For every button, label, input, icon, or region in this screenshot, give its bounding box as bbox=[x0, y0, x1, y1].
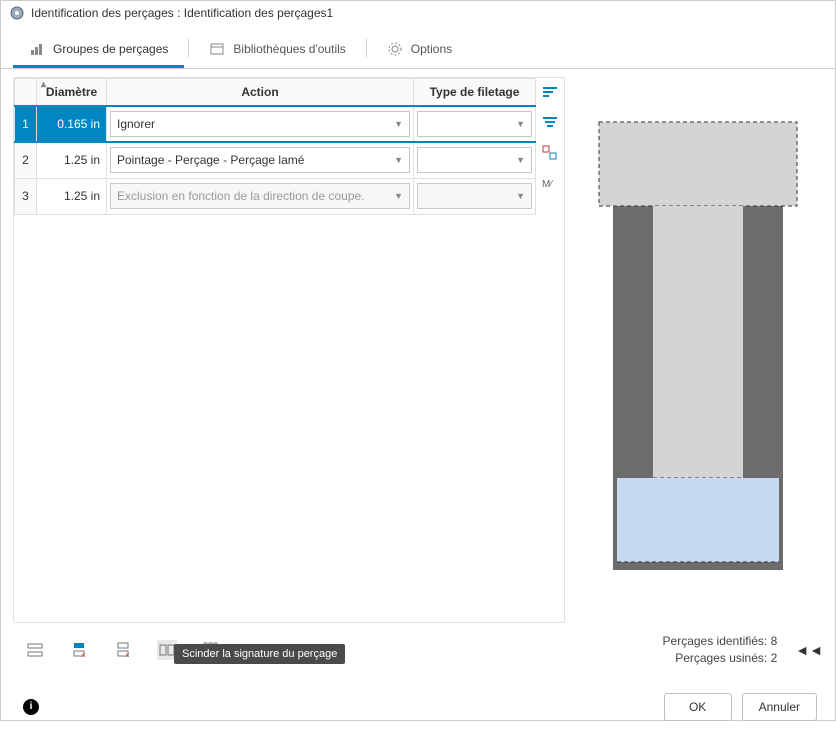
svg-text:×: × bbox=[125, 651, 130, 659]
tab-separator bbox=[366, 39, 367, 57]
action-dropdown[interactable]: Ignorer▼ bbox=[110, 111, 410, 137]
tab-options[interactable]: Options bbox=[371, 33, 468, 68]
machined-count: 2 bbox=[771, 651, 778, 665]
chevron-down-icon: ▼ bbox=[394, 191, 403, 201]
cell-action: Exclusion en fonction de la direction de… bbox=[107, 178, 414, 214]
cancel-button[interactable]: Annuler bbox=[742, 693, 817, 721]
chevron-down-icon: ▼ bbox=[394, 155, 403, 165]
hole-table: Diamètre Action Type de filetage 10.165 … bbox=[14, 78, 536, 215]
tooltip: Scinder la signature du perçage bbox=[174, 644, 345, 664]
svg-text:×: × bbox=[81, 651, 86, 659]
thread-dropdown[interactable]: ▼ bbox=[417, 111, 532, 137]
tool-merge[interactable] bbox=[25, 640, 45, 660]
cell-diameter: 1.25 in bbox=[37, 178, 107, 214]
action-dropdown[interactable]: Pointage - Perçage - Perçage lamé▼ bbox=[110, 147, 410, 173]
action-dropdown[interactable]: Exclusion en fonction de la direction de… bbox=[110, 183, 410, 209]
tab-label: Bibliothèques d'outils bbox=[233, 42, 345, 56]
tab-label: Groupes de perçages bbox=[53, 42, 168, 56]
identified-count: 8 bbox=[771, 634, 778, 648]
identified-label: Perçages identifiés: bbox=[663, 634, 768, 648]
stats-block: Perçages identifiés: 8 Perçages usinés: … bbox=[663, 633, 778, 667]
cell-thread: ▼ bbox=[414, 178, 536, 214]
gear-icon bbox=[387, 41, 403, 57]
ok-button[interactable]: OK bbox=[664, 693, 732, 721]
col-header-diameter[interactable]: Diamètre bbox=[37, 79, 107, 107]
left-panel: Diamètre Action Type de filetage 10.165 … bbox=[13, 77, 565, 623]
cell-diameter: 0.165 in bbox=[37, 106, 107, 142]
tabs-bar: Groupes de perçages Bibliothèques d'outi… bbox=[1, 25, 835, 69]
side-toolbar: M∕ bbox=[536, 78, 564, 622]
col-header-action[interactable]: Action bbox=[107, 79, 414, 107]
group-icon[interactable] bbox=[541, 144, 559, 162]
measure-icon[interactable]: M∕ bbox=[541, 174, 559, 192]
tool-split-blue[interactable]: × bbox=[69, 640, 89, 660]
tab-hole-groups[interactable]: Groupes de perçages bbox=[13, 33, 184, 68]
bottom-toolbar: × × Perçages identifiés: 8 Perçages usin… bbox=[1, 623, 835, 673]
thread-dropdown[interactable]: ▼ bbox=[417, 147, 532, 173]
table-row[interactable]: 10.165 inIgnorer▼▼ bbox=[15, 106, 536, 142]
main-area: Diamètre Action Type de filetage 10.165 … bbox=[1, 69, 835, 623]
app-icon bbox=[9, 5, 25, 21]
rewind-icon[interactable]: ◄◄ bbox=[795, 642, 823, 658]
table-row[interactable]: 21.25 inPointage - Perçage - Perçage lam… bbox=[15, 142, 536, 178]
tab-label: Options bbox=[411, 42, 452, 56]
sort-icon[interactable] bbox=[541, 84, 559, 102]
preview-panel bbox=[573, 77, 823, 623]
machined-label: Perçages usinés: bbox=[675, 651, 767, 665]
chevron-down-icon: ▼ bbox=[516, 191, 525, 201]
hole-preview bbox=[573, 77, 823, 623]
col-header-rownum[interactable] bbox=[15, 79, 37, 107]
svg-text:M∕: M∕ bbox=[542, 179, 553, 190]
window-title: Identification des perçages : Identifica… bbox=[31, 6, 333, 20]
tool-split-gray[interactable]: × bbox=[113, 640, 133, 660]
cell-action: Pointage - Perçage - Perçage lamé▼ bbox=[107, 142, 414, 178]
chart-icon bbox=[29, 41, 45, 57]
info-icon[interactable]: i bbox=[23, 699, 39, 715]
footer: i OK Annuler bbox=[1, 673, 835, 735]
cell-thread: ▼ bbox=[414, 106, 536, 142]
thread-dropdown[interactable]: ▼ bbox=[417, 183, 532, 209]
tab-separator bbox=[188, 39, 189, 57]
chevron-down-icon: ▼ bbox=[516, 155, 525, 165]
chevron-down-icon: ▼ bbox=[394, 119, 403, 129]
filter-icon[interactable] bbox=[541, 114, 559, 132]
titlebar: Identification des perçages : Identifica… bbox=[1, 1, 835, 25]
tab-tool-libraries[interactable]: Bibliothèques d'outils bbox=[193, 33, 361, 68]
chevron-down-icon: ▼ bbox=[516, 119, 525, 129]
row-number: 1 bbox=[15, 106, 37, 142]
col-header-thread[interactable]: Type de filetage bbox=[414, 79, 536, 107]
row-number: 2 bbox=[15, 142, 37, 178]
cell-action: Ignorer▼ bbox=[107, 106, 414, 142]
cell-diameter: 1.25 in bbox=[37, 142, 107, 178]
cell-thread: ▼ bbox=[414, 142, 536, 178]
row-number: 3 bbox=[15, 178, 37, 214]
library-icon bbox=[209, 41, 225, 57]
table-row[interactable]: 31.25 inExclusion en fonction de la dire… bbox=[15, 178, 536, 214]
